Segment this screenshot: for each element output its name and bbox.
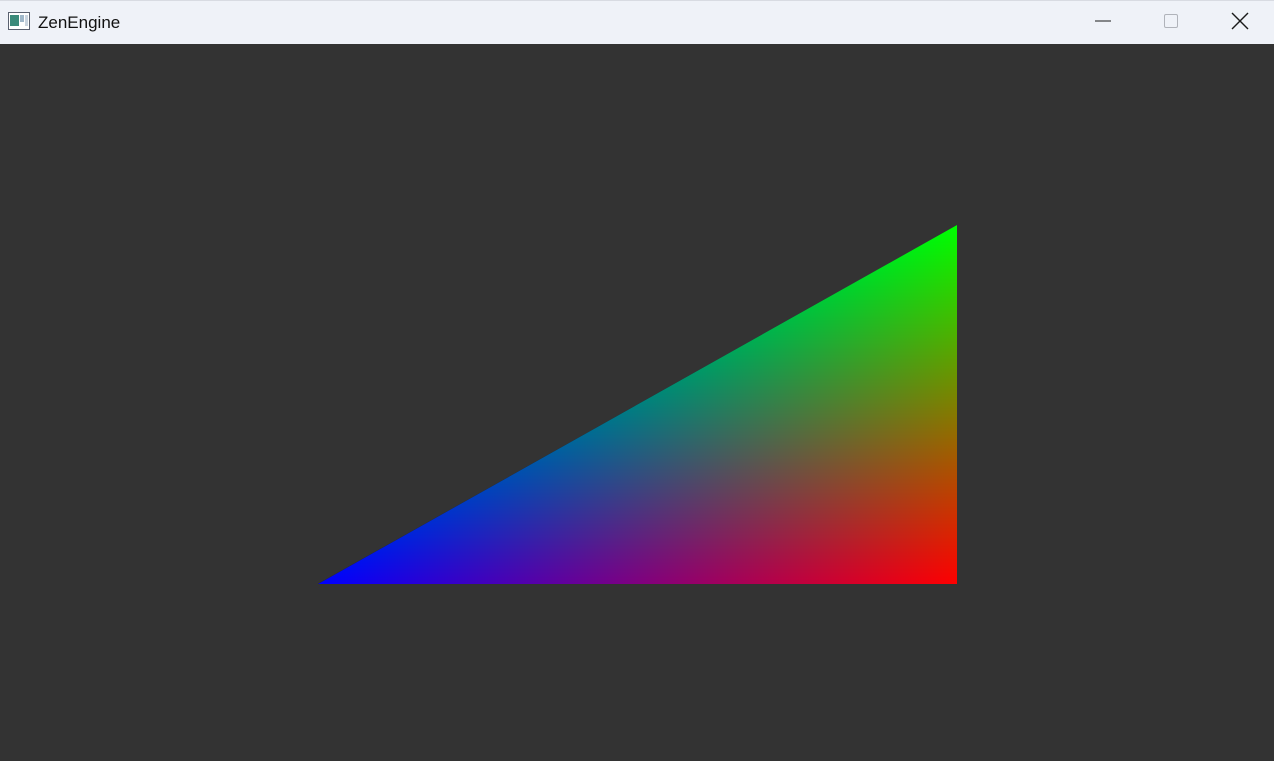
app-window: ZenEngine [0, 0, 1274, 761]
window-title: ZenEngine [38, 13, 121, 32]
maximize-icon [1163, 13, 1179, 34]
app-window-icon [8, 12, 30, 30]
triangle-red-layer [318, 225, 957, 584]
minimize-icon [1095, 13, 1111, 34]
minimize-button[interactable] [1069, 1, 1137, 45]
close-icon [1231, 12, 1249, 35]
maximize-button[interactable] [1137, 1, 1205, 45]
rgb-triangle [0, 44, 1274, 761]
triangle-blue-layer [318, 225, 957, 584]
title-bar[interactable]: ZenEngine [0, 0, 1274, 44]
close-button[interactable] [1206, 1, 1274, 45]
render-canvas[interactable] [0, 44, 1274, 761]
triangle-green-layer [318, 225, 957, 584]
